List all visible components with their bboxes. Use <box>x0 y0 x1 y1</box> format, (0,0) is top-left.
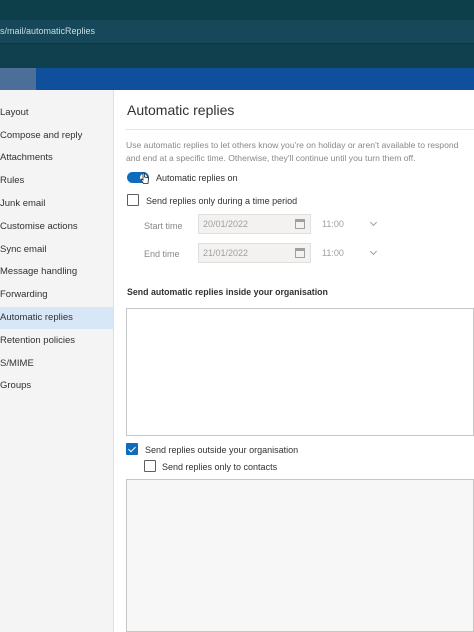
start-date-value: 20/01/2022 <box>203 219 249 229</box>
app-launcher-button[interactable] <box>0 68 36 90</box>
sidebar-item-label: Rules <box>0 175 25 186</box>
end-time-dropdown[interactable]: 11:00 <box>318 243 382 263</box>
sidebar-item-label: Message handling <box>0 266 78 277</box>
end-date-value: 21/01/2022 <box>203 248 249 258</box>
contacts-only-checkbox[interactable] <box>144 460 156 472</box>
title-divider <box>125 129 474 130</box>
sidebar-item-label: Forwarding <box>0 289 48 300</box>
sidebar-item-label: Sync email <box>0 244 47 255</box>
address-url: s/mail/automaticReplies <box>0 26 96 36</box>
mouse-cursor-icon <box>140 172 149 184</box>
sidebar-item-forwarding[interactable]: Forwarding <box>0 284 113 306</box>
sidebar-item-sync-email[interactable]: Sync email <box>0 239 113 261</box>
end-time-label: End time <box>144 249 180 259</box>
inside-organisation-heading: Send automatic replies inside your organ… <box>127 287 328 297</box>
time-period-checkbox[interactable] <box>127 194 139 206</box>
sidebar-item-customise-actions[interactable]: Customise actions <box>0 216 113 238</box>
sidebar-item-label: Groups <box>0 380 32 391</box>
inside-reply-editor[interactable] <box>126 308 474 436</box>
sidebar-item-retention-policies[interactable]: Retention policies <box>0 330 113 352</box>
sidebar-item-label: Junk email <box>0 198 46 209</box>
automatic-replies-panel: Automatic replies Use automatic replies … <box>114 90 474 632</box>
sidebar-item-layout[interactable]: Layout <box>0 102 113 124</box>
description-line: Use automatic replies to let others know… <box>126 140 459 150</box>
start-date-field[interactable]: 20/01/2022 <box>198 214 311 234</box>
sidebar-item-message-handling[interactable]: Message handling <box>0 261 113 283</box>
chevron-down-icon <box>369 247 378 256</box>
end-date-field[interactable]: 21/01/2022 <box>198 243 311 263</box>
chevron-down-icon <box>369 218 378 227</box>
sidebar-item-label: Customise actions <box>0 221 78 232</box>
start-time-value: 11:00 <box>322 219 344 229</box>
address-bar[interactable]: s/mail/automaticReplies <box>0 20 474 44</box>
outside-organisation-label: Send replies outside your organisation <box>145 445 299 455</box>
description-line: and end at a specific time. Otherwise, t… <box>126 153 416 163</box>
start-time-dropdown[interactable]: 11:00 <box>318 214 382 234</box>
sidebar-item-label: S/MIME <box>0 358 34 369</box>
start-time-label: Start time <box>144 221 183 231</box>
outside-reply-editor[interactable] <box>126 479 474 632</box>
toggle-label: Automatic replies on <box>156 173 238 183</box>
calendar-icon <box>295 248 305 258</box>
sidebar-item-label: Layout <box>0 107 29 118</box>
calendar-icon <box>295 219 305 229</box>
sidebar-item-rules[interactable]: Rules <box>0 170 113 192</box>
sidebar-item-compose-and-reply[interactable]: Compose and reply <box>0 125 113 147</box>
app-header-bar <box>0 68 474 90</box>
sidebar-item-label: Attachments <box>0 152 53 163</box>
sidebar-item-groups[interactable]: Groups <box>0 375 113 397</box>
settings-sidebar: Layout Compose and reply Attachments Rul… <box>0 90 114 632</box>
outside-organisation-checkbox[interactable] <box>126 443 138 455</box>
sidebar-item-label: Retention policies <box>0 335 75 346</box>
sidebar-item-junk-email[interactable]: Junk email <box>0 193 113 215</box>
time-period-label: Send replies only during a time period <box>146 196 298 206</box>
sidebar-item-label: Compose and reply <box>0 130 83 141</box>
sidebar-item-automatic-replies[interactable]: Automatic replies <box>0 307 113 329</box>
browser-title-bar <box>0 0 474 20</box>
contacts-only-label: Send replies only to contacts <box>162 462 278 472</box>
sidebar-item-attachments[interactable]: Attachments <box>0 147 113 169</box>
end-time-value: 11:00 <box>322 248 344 258</box>
sidebar-item-smime[interactable]: S/MIME <box>0 353 113 375</box>
browser-toolbar <box>0 44 474 68</box>
page-title: Automatic replies <box>127 102 235 118</box>
sidebar-item-label: Automatic replies <box>0 312 73 323</box>
description-text: Use automatic replies to let others know… <box>126 139 474 165</box>
